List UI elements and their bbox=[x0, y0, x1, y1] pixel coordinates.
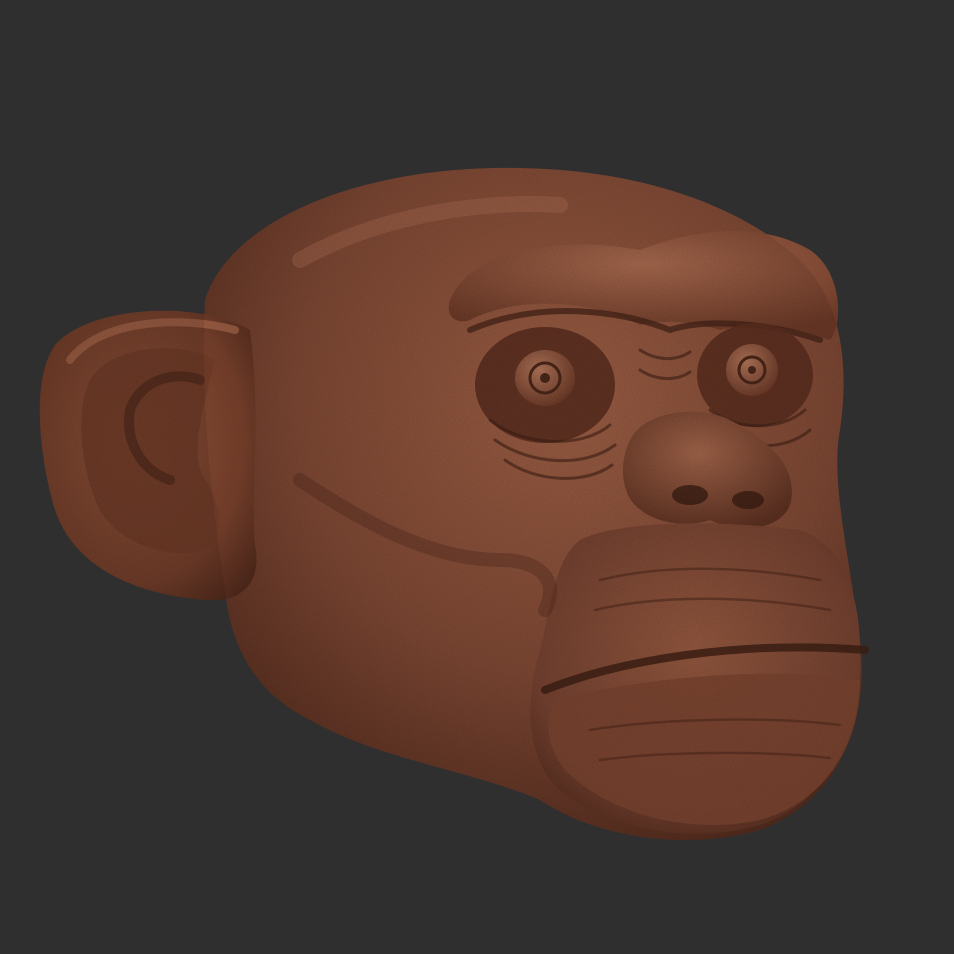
skin-grain bbox=[39, 167, 862, 840]
sculpt-viewport bbox=[0, 0, 954, 954]
chimp-head-sculpt bbox=[39, 167, 869, 840]
